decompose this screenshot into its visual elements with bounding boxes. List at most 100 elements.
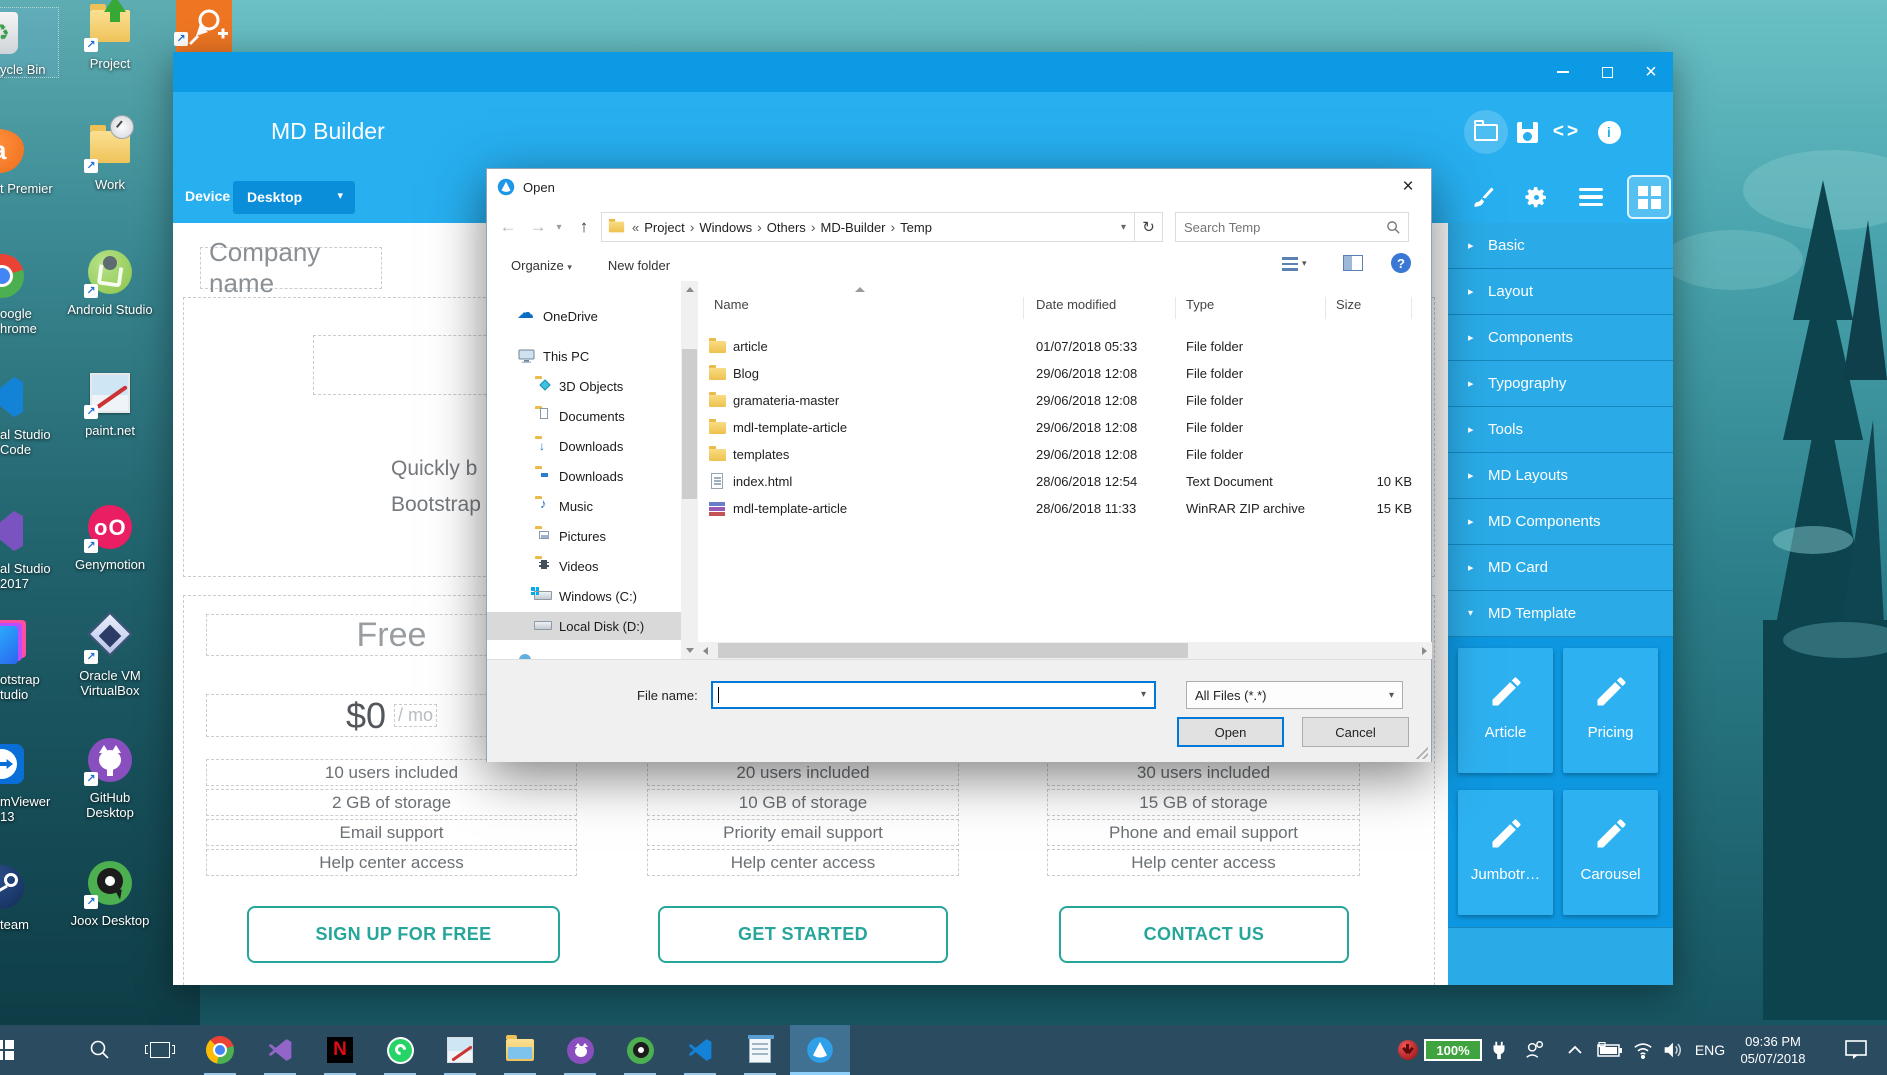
company-name-block[interactable]: Company name <box>200 237 382 298</box>
nav-item-downloads-2[interactable]: Downloads <box>487 462 681 490</box>
task-view-button[interactable] <box>130 1025 190 1075</box>
desktop-icon-visual-studio-2017[interactable]: al Studio 2017 <box>0 507 58 591</box>
desktop-icon-teamviewer[interactable]: mViewer 13 <box>0 740 58 824</box>
plan-feature-block[interactable]: Phone and email support <box>1047 819 1360 846</box>
plan-feature-block[interactable]: 10 users included <box>206 759 577 786</box>
column-header-modified[interactable]: Date modified <box>1036 297 1176 319</box>
taskbar-github-desktop[interactable] <box>550 1025 610 1075</box>
plan-feature-block[interactable]: Help center access <box>206 849 577 876</box>
file-row[interactable]: mdl-template-article 29/06/2018 12:08 Fi… <box>698 415 1421 442</box>
organize-menu[interactable]: Organize ▾ <box>511 258 572 273</box>
tray-hidden-icons[interactable] <box>1562 1025 1588 1075</box>
desktop-icon-genymotion[interactable]: oO ↗ Genymotion <box>62 503 158 572</box>
desktop-icon-work[interactable]: ↗ Work <box>62 115 158 192</box>
minimize-button[interactable] <box>1541 52 1585 92</box>
taskbar-search-button[interactable] <box>70 1025 130 1075</box>
sidebar-section-basic[interactable]: ▸ Basic <box>1448 223 1673 269</box>
tray-volume[interactable] <box>1658 1025 1686 1075</box>
desktop-icon-android-studio[interactable]: ↗ Android Studio <box>62 248 158 317</box>
column-header-type[interactable]: Type <box>1186 297 1326 319</box>
code-view-button[interactable]: <> <box>1551 116 1583 148</box>
template-card-pricing[interactable]: Pricing <box>1563 648 1658 773</box>
file-row[interactable]: templates 29/06/2018 12:08 File folder <box>698 442 1421 469</box>
plan-button[interactable]: GET STARTED <box>658 906 948 963</box>
column-header-size[interactable]: Size <box>1336 297 1412 319</box>
nav-item-pictures[interactable]: Pictures <box>487 522 681 550</box>
help-button[interactable]: ? <box>1391 253 1411 273</box>
tray-battery-meter[interactable]: 100% <box>1422 1025 1484 1075</box>
taskbar-visual-studio[interactable] <box>250 1025 310 1075</box>
nav-item-music[interactable]: ♪ Music <box>487 492 681 520</box>
nav-item-this-pc[interactable]: This PC <box>487 342 681 370</box>
tray-plug[interactable] <box>1487 1025 1511 1075</box>
taskbar-whatsapp[interactable] <box>370 1025 430 1075</box>
nav-pane-scrollbar[interactable] <box>681 281 698 659</box>
scrollbar-thumb[interactable] <box>682 349 697 499</box>
file-row[interactable]: index.html 28/06/2018 12:54 Text Documen… <box>698 469 1421 496</box>
taskbar-chrome[interactable] <box>190 1025 250 1075</box>
tray-clock[interactable]: 09:36 PM 05/07/2018 <box>1730 1025 1816 1075</box>
search-input[interactable] <box>1176 213 1380 241</box>
plan-button[interactable]: CONTACT US <box>1059 906 1349 963</box>
device-select[interactable]: Desktop ▾ <box>233 181 355 214</box>
start-button[interactable] <box>0 1025 34 1075</box>
taskbar-file-explorer[interactable] <box>490 1025 550 1075</box>
taskbar-notepad[interactable] <box>730 1025 790 1075</box>
recent-locations-button[interactable]: ▾ <box>551 212 567 242</box>
dialog-close-button[interactable]: × <box>1385 169 1431 205</box>
action-center-button[interactable] <box>1838 1025 1874 1075</box>
info-button[interactable]: i <box>1593 116 1625 148</box>
desktop-icon-recycle-bin[interactable]: ♻ ycle Bin <box>0 7 59 78</box>
plan-feature-block[interactable]: Email support <box>206 819 577 846</box>
sidebar-section-md-template[interactable]: ▾ MD Template <box>1448 591 1673 637</box>
search-box[interactable] <box>1175 212 1409 242</box>
nav-item-videos[interactable]: Videos <box>487 552 681 580</box>
template-card-jumbotron[interactable]: Jumbotr… <box>1458 790 1553 915</box>
nav-item-windows-c[interactable]: Windows (C:) <box>487 582 681 610</box>
desktop-icon-bootstrap-studio[interactable]: otstrap tudio <box>0 618 58 702</box>
open-button[interactable]: Open <box>1177 717 1284 747</box>
breadcrumb-temp[interactable]: Temp <box>900 220 932 235</box>
nav-item-documents[interactable]: Documents <box>487 402 681 430</box>
sidebar-section-md-layouts[interactable]: ▸ MD Layouts <box>1448 453 1673 499</box>
desktop-icon-joox[interactable]: ↗ Joox Desktop <box>62 859 158 928</box>
nav-item-3d-objects[interactable]: 3D Objects <box>487 372 681 400</box>
preview-pane-button[interactable] <box>1343 255 1363 271</box>
nav-item-onedrive[interactable]: ☁ OneDrive <box>487 302 681 330</box>
desktop-icon-avast-premier[interactable]: a t Premier <box>0 127 58 196</box>
plan-feature-block[interactable]: Priority email support <box>647 819 959 846</box>
taskbar-vs-code[interactable] <box>670 1025 730 1075</box>
plan-feature-block[interactable]: 2 GB of storage <box>206 789 577 816</box>
taskbar-joox[interactable] <box>610 1025 670 1075</box>
plan-feature-block[interactable]: Help center access <box>647 849 959 876</box>
brush-tool-button[interactable] <box>1470 184 1496 210</box>
tray-wifi[interactable] <box>1630 1025 1656 1075</box>
file-type-select[interactable]: All Files (*.*) ▾ <box>1186 681 1403 709</box>
grid-view-button[interactable] <box>1627 175 1671 219</box>
desktop-icon-google-chrome[interactable]: oogle hrome <box>0 252 58 336</box>
nav-item-partial[interactable] <box>487 647 681 659</box>
resize-grip[interactable] <box>1416 747 1428 759</box>
desktop-icon-project[interactable]: ↗ Project <box>62 0 158 71</box>
menu-button[interactable] <box>1579 187 1603 207</box>
sidebar-section-md-components[interactable]: ▸ MD Components <box>1448 499 1673 545</box>
refresh-button[interactable]: ↻ <box>1135 212 1163 242</box>
file-row[interactable]: mdl-template-article 28/06/2018 11:33 Wi… <box>698 496 1421 523</box>
file-name-input[interactable]: ▾ <box>711 681 1156 709</box>
breadcrumb-windows[interactable]: Windows <box>699 220 752 235</box>
desktop-icon-virtualbox[interactable]: ↗ Oracle VM VirtualBox <box>62 611 158 698</box>
file-row[interactable]: Blog 29/06/2018 12:08 File folder <box>698 361 1421 388</box>
plan-feature-block[interactable]: 30 users included <box>1047 759 1360 786</box>
tray-antivirus[interactable] <box>1395 1025 1421 1075</box>
file-list-hscrollbar[interactable] <box>698 642 1432 659</box>
nav-item-downloads[interactable]: ↓ Downloads <box>487 432 681 460</box>
sidebar-section-components[interactable]: ▸ Components <box>1448 315 1673 361</box>
address-dropdown-icon[interactable]: ▾ <box>1121 222 1126 233</box>
sidebar-section-layout[interactable]: ▸ Layout <box>1448 269 1673 315</box>
taskbar-md-builder[interactable] <box>790 1025 850 1075</box>
desktop-icon-steam[interactable]: team <box>0 863 58 932</box>
forward-button[interactable]: → <box>525 212 551 242</box>
close-button[interactable]: × <box>1629 52 1673 92</box>
scrollbar-thumb[interactable] <box>718 643 1188 658</box>
plan-feature-block[interactable]: 10 GB of storage <box>647 789 959 816</box>
